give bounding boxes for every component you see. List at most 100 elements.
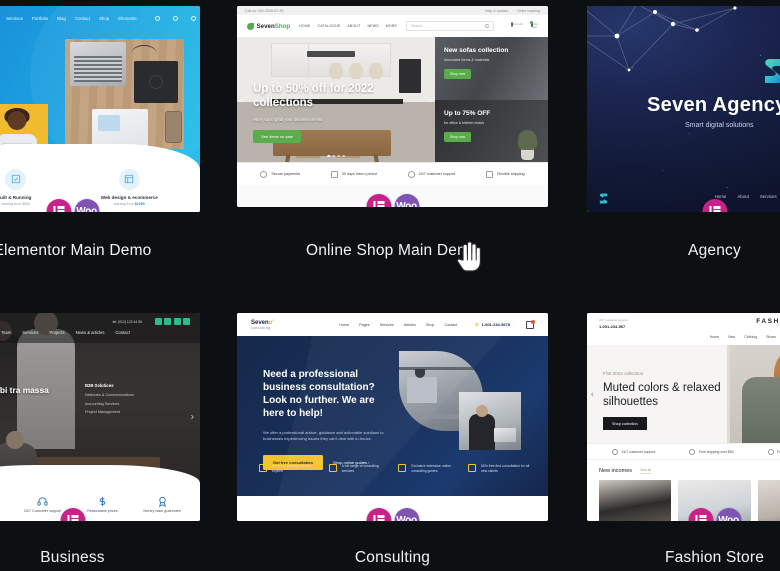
nav-item[interactable]: Pages — [359, 323, 369, 327]
search-icon[interactable] — [484, 24, 489, 28]
nav-item[interactable]: Home — [710, 335, 719, 345]
nav-item[interactable]: Contact — [75, 16, 90, 21]
site-nav[interactable]: Home Pages Services Articles Shop Contac… — [339, 323, 457, 327]
account-button[interactable]: Account — [510, 22, 523, 29]
order-tracking-link[interactable]: Order tracking — [517, 9, 540, 13]
shop-online-guides-link[interactable]: Shop online guides › — [333, 460, 369, 465]
site-nav[interactable]: Home About Team Services Projects News &… — [0, 330, 190, 335]
template-card-consulting[interactable]: Seveno' consulting Home Pages Services A… — [237, 313, 548, 566]
cart-icon[interactable] — [191, 15, 196, 21]
hero-heading-line2: ket — [0, 68, 63, 85]
promo-button[interactable]: Shop now — [444, 69, 472, 79]
nav-item[interactable]: Home — [339, 323, 349, 327]
product-thumbnail[interactable] — [757, 480, 780, 521]
social-links[interactable] — [154, 318, 190, 325]
product-thumbnail[interactable] — [599, 480, 672, 521]
view-all-link[interactable]: View all — [640, 468, 651, 474]
feature-bar: Secure payments 30 days return period 24… — [237, 162, 548, 185]
site-logo[interactable]: FASHION STORE — [756, 318, 780, 325]
nav-item[interactable]: Services — [6, 16, 23, 21]
phone-link[interactable]: ✆ 1-001-234-5678 — [475, 322, 510, 327]
consultant-photo — [459, 392, 521, 450]
site-nav[interactable]: Home About us Services Portfolio Blog Co… — [0, 12, 200, 24]
nav-item[interactable]: CATALOGUE — [318, 24, 341, 28]
header-icons[interactable]: Account Your cart — [510, 22, 538, 29]
slider-prev-icon[interactable]: ‹ — [591, 390, 594, 399]
site-nav[interactable]: Home New Clothing Shoes Accessories Best… — [587, 335, 780, 345]
user-icon[interactable] — [173, 15, 178, 21]
twitter-icon[interactable] — [164, 318, 171, 325]
cart-icon[interactable] — [526, 319, 535, 329]
feature-label: 24/7 customer support — [418, 172, 456, 176]
template-preview-agency[interactable]: Seven Agency Smart digital solutions Hom… — [587, 6, 780, 212]
feature-item: Flexible shipping — [486, 170, 525, 178]
template-card-fashion-store[interactable]: 24/7 customer support 1-001-234-567 FASH… — [587, 313, 780, 566]
product-grid — [587, 474, 780, 521]
leaf-icon — [247, 22, 254, 30]
search-icon[interactable] — [155, 15, 160, 21]
linkedin-icon[interactable] — [173, 318, 181, 325]
facebook-icon[interactable] — [154, 318, 162, 325]
nav-item[interactable]: HOME — [299, 24, 310, 28]
nav-item[interactable]: About — [737, 194, 748, 202]
slider-dots[interactable] — [327, 154, 345, 157]
site-logo[interactable]: SevenShop — [247, 22, 290, 30]
template-preview-business[interactable]: tel: (012) 123 44 55 Home About Team Ser… — [0, 313, 200, 521]
nav-item[interactable]: News & articles — [76, 330, 105, 335]
template-preview-online-shop-main-demo[interactable]: Call us: 001-2345-67-89 Help & contact O… — [237, 6, 548, 207]
plugin-badges — [702, 199, 727, 212]
feature-item: 30 days return period — [330, 170, 377, 178]
site-nav[interactable]: HOME CATALOGUE ABOUT NEWS MORE — [299, 24, 397, 28]
phone-icon: ✆ — [475, 322, 479, 327]
nav-item[interactable]: Services — [22, 330, 38, 335]
slider-next-icon[interactable]: › — [429, 95, 432, 105]
nav-item[interactable]: Services — [380, 323, 394, 327]
template-preview-elementor-main-demo[interactable]: Home About us Services Portfolio Blog Co… — [0, 6, 200, 212]
template-card-business[interactable]: tel: (012) 123 44 55 Home About Team Ser… — [0, 313, 200, 566]
promo-card-sofas[interactable]: New sofas collection Innovative forms & … — [435, 37, 548, 100]
cart-button[interactable]: Your cart — [530, 22, 538, 29]
search-input[interactable]: Search... — [406, 21, 494, 31]
nav-item[interactable]: Clothing — [744, 335, 757, 345]
services-item: Networks & Communications — [85, 393, 134, 397]
nav-item[interactable]: MORE — [386, 24, 397, 28]
promo-card-chairs[interactable]: Up to 75% OFF for office & kitchen chair… — [435, 99, 548, 162]
nav-item[interactable]: NEWS — [367, 24, 378, 28]
youtube-icon[interactable] — [183, 318, 190, 325]
nav-item[interactable]: Services — [760, 194, 777, 202]
section-title: New incomes — [599, 468, 633, 474]
help-contact-link[interactable]: Help & contact — [485, 9, 508, 13]
slider-next-icon[interactable]: › — [191, 412, 194, 423]
hero-slider[interactable]: Up to 50% off for 2022 collections Hurry… — [237, 37, 435, 162]
utility-links[interactable]: Help & contact Order tracking — [485, 9, 540, 13]
hero-cta-button[interactable]: See items on sale — [253, 129, 301, 143]
nav-item[interactable]: Contact — [115, 330, 129, 335]
nav-item[interactable]: Portfolio — [32, 16, 48, 21]
slider-prev-icon[interactable]: ‹ — [240, 95, 243, 105]
template-preview-fashion-store[interactable]: 24/7 customer support 1-001-234-567 FASH… — [587, 313, 780, 521]
nav-item[interactable]: Shoes — [766, 335, 776, 345]
nav-item[interactable]: Shop — [99, 16, 109, 21]
promo-button[interactable]: Shop now — [444, 131, 472, 142]
nav-item[interactable]: Blog — [57, 16, 66, 21]
nav-item[interactable]: New — [728, 335, 735, 345]
plugin-badges: Woo — [366, 194, 419, 207]
template-card-elementor-main-demo[interactable]: Home About us Services Portfolio Blog Co… — [0, 6, 200, 259]
template-card-online-shop-main-demo[interactable]: Call us: 001-2345-67-89 Help & contact O… — [237, 6, 548, 259]
nav-item[interactable]: Shop — [426, 323, 435, 327]
nav-item[interactable]: Team — [1, 330, 11, 335]
hero-slider[interactable]: F/W 2022 collection Muted colors & relax… — [587, 345, 780, 443]
nav-item[interactable]: Contact — [444, 323, 457, 327]
template-preview-consulting[interactable]: Seveno' consulting Home Pages Services A… — [237, 313, 548, 521]
site-logo[interactable]: Seveno' consulting — [251, 320, 274, 330]
nav-item[interactable]: Elements — [118, 16, 136, 21]
feature-label: 30 days return period — [341, 172, 377, 176]
award-icon — [259, 464, 267, 473]
feature-item: 24/7 customer support — [612, 448, 655, 455]
nav-item[interactable]: ABOUT — [347, 24, 360, 28]
shop-collection-button[interactable]: Shop collection — [603, 417, 647, 430]
nav-item[interactable]: Projects — [49, 330, 64, 335]
nav-item[interactable]: Articles — [404, 323, 416, 327]
template-card-agency[interactable]: Seven Agency Smart digital solutions Hom… — [587, 6, 780, 259]
seven-footer-logo-icon — [599, 193, 608, 204]
